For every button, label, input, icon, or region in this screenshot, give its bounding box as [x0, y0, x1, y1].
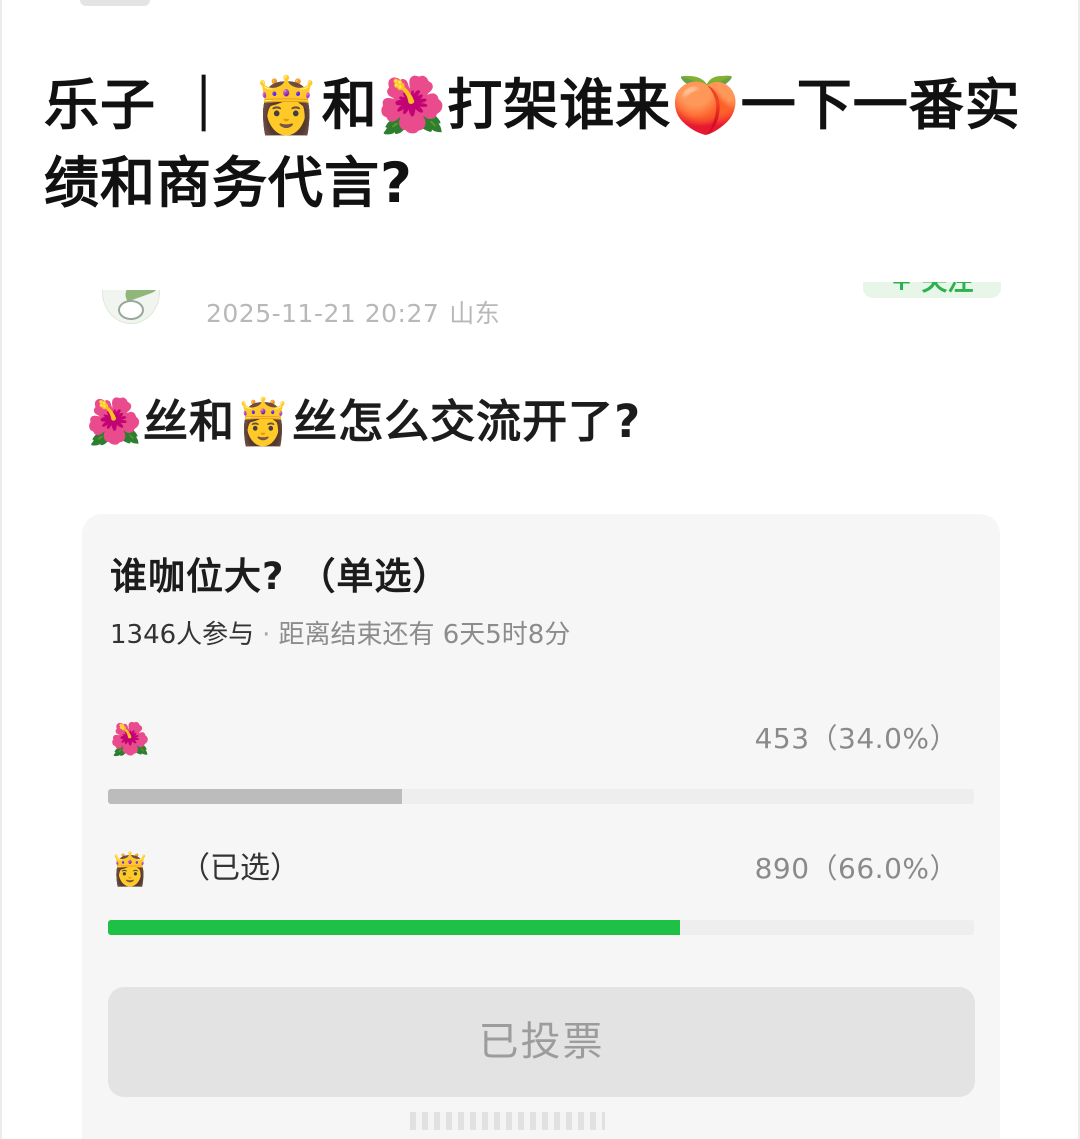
- poll-option-2[interactable]: 👸 （已选） 890（66.0%）: [110, 849, 978, 889]
- poll-option-1[interactable]: 🌺 453（34.0%）: [110, 719, 978, 759]
- headline-text-2: 和: [321, 73, 378, 137]
- hibiscus-emoji-icon: 🌺: [377, 73, 448, 137]
- follow-button[interactable]: + 关注: [863, 282, 1001, 298]
- avatar[interactable]: [94, 290, 164, 326]
- post-text-part-2: 丝怎么交流开了?: [292, 395, 642, 448]
- poll-participants: 1346人参与: [110, 620, 255, 650]
- hibiscus-emoji-icon: 🌺: [110, 720, 150, 758]
- poll-option-1-bar-fill: [108, 789, 403, 804]
- princess-emoji-icon: 👸: [252, 73, 322, 137]
- princess-emoji-icon: 👸: [235, 395, 293, 448]
- hibiscus-emoji-icon: 🌺: [86, 395, 144, 448]
- post-timestamp: 2025-11-21 20:27: [206, 299, 440, 328]
- page: 乐子 ｜ 👸和🌺打架谁来🍑一下一番实绩和商务代言? 2025-11-21 20:…: [0, 0, 1080, 1139]
- princess-emoji-icon: 👸: [110, 850, 150, 888]
- watermark-strip: [410, 1112, 605, 1130]
- poll-card: 谁咖位大? （单选） 1346人参与 · 距离结束还有 6天5时8分 🌺 453（3…: [82, 514, 1000, 1139]
- poll-option-1-bar-track: [108, 789, 974, 804]
- poll-option-2-bar-track: [108, 920, 974, 935]
- peach-emoji-icon: 🍑: [671, 73, 741, 137]
- embedded-post-screenshot: 2025-11-21 20:27 山东 + 关注 🌺丝和👸丝怎么交流开了? 谁咖位…: [44, 282, 1036, 1139]
- frame-edge-left: [0, 0, 2, 1139]
- post-location: 山东: [449, 299, 501, 328]
- poll-option-2-bar-fill: [108, 920, 680, 935]
- poll-title: 谁咖位大? （单选）: [110, 555, 451, 598]
- poll-countdown: 距离结束还有 6天5时8分: [278, 620, 571, 650]
- poll-option-2-tag: （已选）: [180, 851, 300, 886]
- post-meta: 2025-11-21 20:27 山东: [206, 294, 500, 330]
- poll-separator: ·: [262, 620, 271, 650]
- headline-text-3: 打架谁来: [447, 73, 672, 137]
- poll-subtitle: 1346人参与 · 距离结束还有 6天5时8分: [110, 614, 570, 651]
- cropped-avatar-edge: [80, 0, 150, 6]
- avatar-face: [118, 300, 144, 320]
- post-body-text: 🌺丝和👸丝怎么交流开了?: [86, 390, 641, 454]
- post-headline: 乐子 ｜ 👸和🌺打架谁来🍑一下一番实绩和商务代言?: [44, 66, 1044, 222]
- post-text-part-1: 丝和: [143, 395, 236, 448]
- poll-option-1-result: 453（34.0%）: [754, 722, 958, 755]
- poll-option-2-result: 890（66.0%）: [754, 852, 958, 885]
- headline-text-1: 乐子 ｜: [44, 73, 253, 137]
- voted-button[interactable]: 已投票: [108, 987, 975, 1097]
